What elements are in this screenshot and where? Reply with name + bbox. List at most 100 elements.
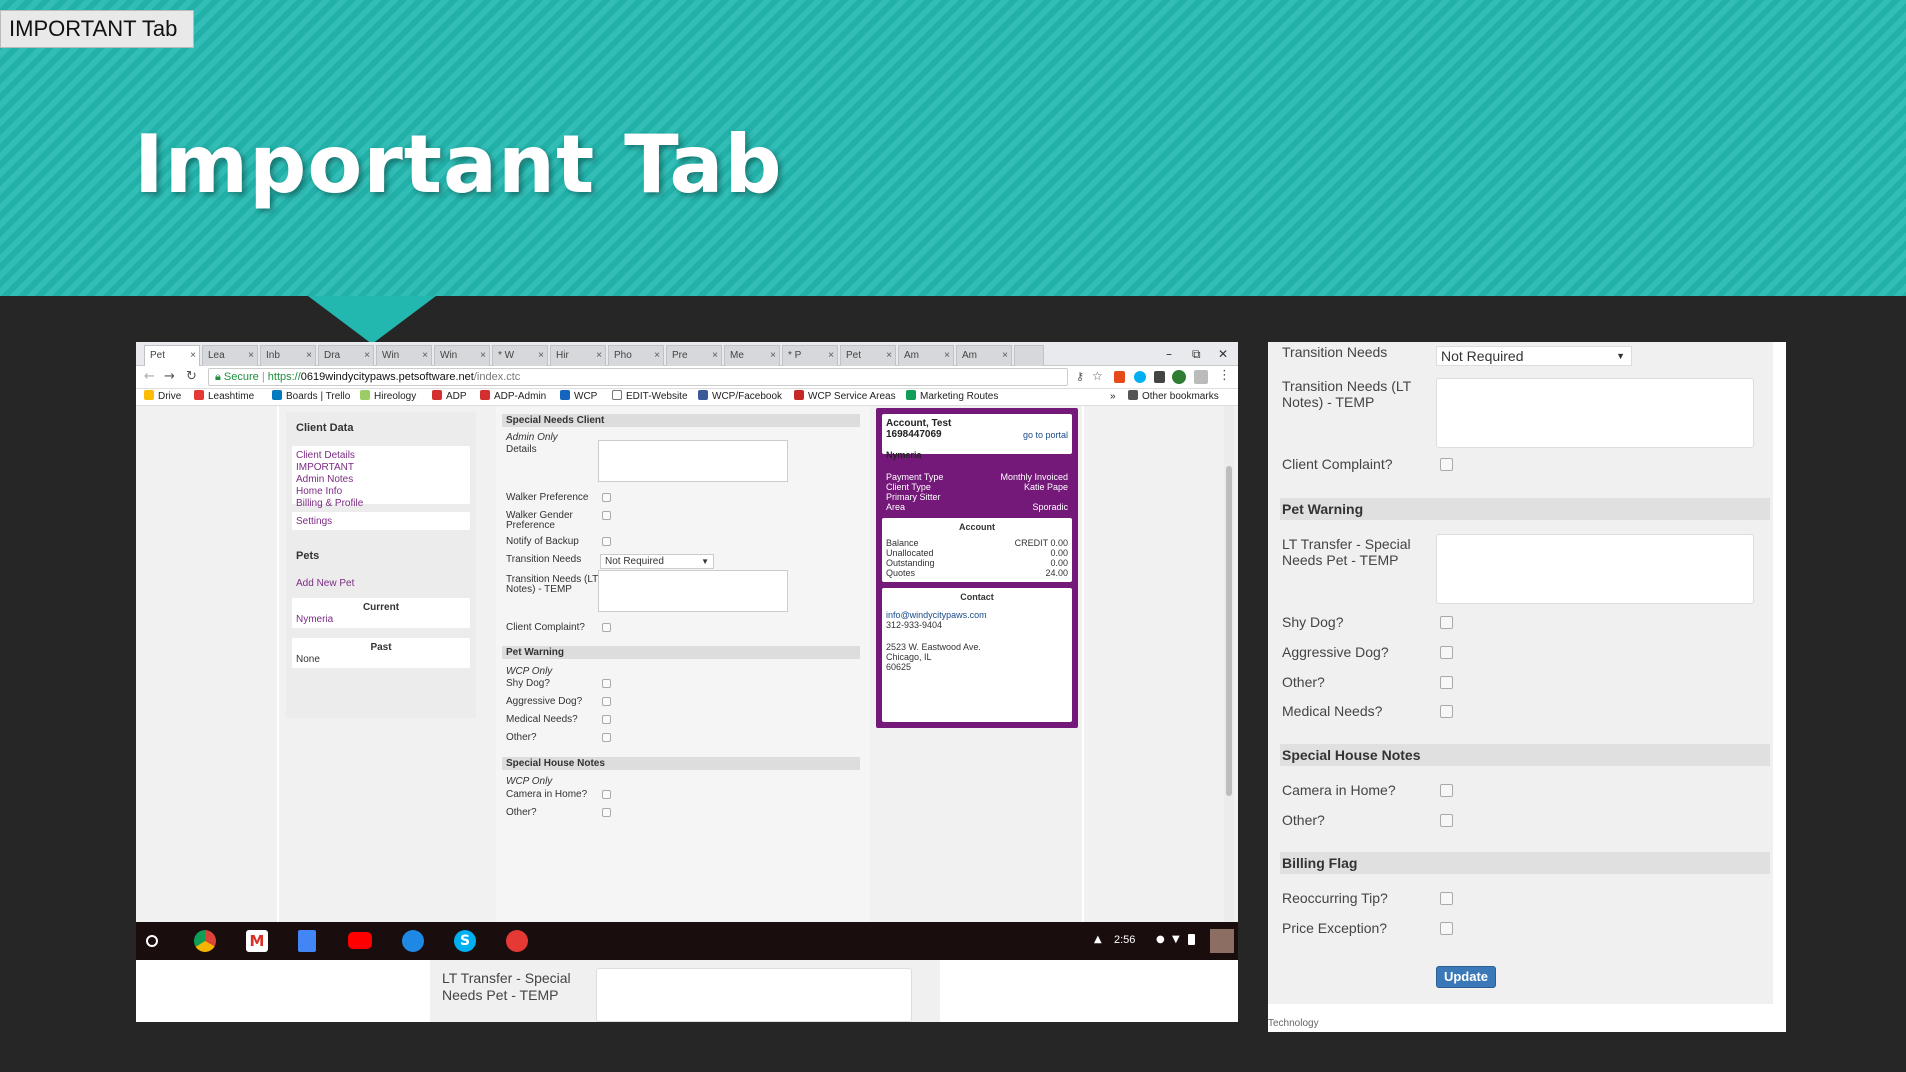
network-icon[interactable]: ● <box>1156 934 1165 945</box>
reload-icon[interactable]: ↻ <box>186 369 197 384</box>
shy-dog-checkbox[interactable] <box>602 679 611 688</box>
shy-dog-checkbox[interactable] <box>1440 616 1453 629</box>
clock[interactable]: 2:56 <box>1114 934 1135 946</box>
transition-needs-select[interactable]: Not Required ▼ <box>1436 346 1632 366</box>
close-icon[interactable]: × <box>596 346 602 366</box>
bookmark-drive[interactable]: Drive <box>144 389 181 405</box>
aggressive-dog-checkbox[interactable] <box>1440 646 1453 659</box>
close-icon[interactable]: × <box>886 346 892 366</box>
walker-preference-checkbox[interactable] <box>602 493 611 502</box>
bookmark-edit-website[interactable]: EDIT-Website <box>612 389 688 405</box>
new-tab-button[interactable] <box>1014 345 1044 366</box>
app-icon[interactable] <box>506 930 528 952</box>
close-icon[interactable]: × <box>828 346 834 366</box>
back-icon[interactable]: ← <box>144 369 155 384</box>
minimize-button[interactable]: – <box>1166 347 1172 361</box>
bookmark-leashtime[interactable]: Leashtime <box>194 389 254 405</box>
profile-icon[interactable] <box>1194 370 1208 384</box>
bookmark-other[interactable]: Other bookmarks <box>1128 389 1219 405</box>
page-scrollbar[interactable] <box>1224 406 1234 986</box>
notification-icon[interactable]: ▲ <box>1094 934 1102 945</box>
browser-tab[interactable]: * W × <box>492 345 548 366</box>
browser-tab[interactable]: Win × <box>434 345 490 366</box>
link-home-info[interactable]: Home Info <box>296 486 342 497</box>
skype-extension-icon[interactable] <box>1134 371 1146 383</box>
other-checkbox-2[interactable] <box>602 808 611 817</box>
youtube-icon[interactable] <box>348 932 372 949</box>
close-icon[interactable]: × <box>480 346 486 366</box>
medical-needs-checkbox[interactable] <box>1440 705 1453 718</box>
scrollbar-thumb[interactable] <box>1226 466 1232 796</box>
close-window-button[interactable]: ✕ <box>1218 347 1228 361</box>
lt-transfer-textarea[interactable] <box>596 968 912 1022</box>
link-important[interactable]: IMPORTANT <box>296 462 354 473</box>
files-icon[interactable] <box>402 930 424 952</box>
link-admin-notes[interactable]: Admin Notes <box>296 474 353 485</box>
other-checkbox[interactable] <box>1440 676 1453 689</box>
transition-lt-textarea[interactable] <box>1436 378 1754 448</box>
bookmark-adp-admin[interactable]: ADP-Admin <box>480 389 546 405</box>
other-checkbox[interactable] <box>602 733 611 742</box>
battery-icon[interactable] <box>1188 934 1195 945</box>
camera-checkbox[interactable] <box>602 790 611 799</box>
reoccurring-tip-checkbox[interactable] <box>1440 892 1453 905</box>
browser-tab[interactable]: Inb × <box>260 345 316 366</box>
browser-tab[interactable]: Pet × <box>144 345 200 366</box>
browser-tab[interactable]: Dra × <box>318 345 374 366</box>
new-extension-icon[interactable] <box>1172 370 1186 384</box>
close-icon[interactable]: × <box>712 346 718 366</box>
details-textarea[interactable] <box>598 440 788 482</box>
bookmark-trello[interactable]: Boards | Trello <box>272 389 350 405</box>
price-exception-checkbox[interactable] <box>1440 922 1453 935</box>
transition-lt-textarea[interactable] <box>598 570 788 612</box>
link-billing-profile[interactable]: Billing & Profile <box>296 498 363 509</box>
go-to-portal-link[interactable]: go to portal <box>1023 430 1068 440</box>
close-icon[interactable]: × <box>364 346 370 366</box>
launcher-icon[interactable] <box>146 935 158 947</box>
bookmark-facebook[interactable]: WCP/Facebook <box>698 389 782 405</box>
bookmark-adp[interactable]: ADP <box>432 389 467 405</box>
bookmark-marketing-routes[interactable]: Marketing Routes <box>906 389 998 405</box>
forward-icon[interactable]: → <box>164 369 175 384</box>
close-icon[interactable]: × <box>422 346 428 366</box>
close-icon[interactable]: × <box>538 346 544 366</box>
office-extension-icon[interactable] <box>1114 371 1125 383</box>
contact-email-link[interactable]: info@windycitypaws.com <box>886 610 987 620</box>
browser-tab[interactable]: * P × <box>782 345 838 366</box>
browser-tab[interactable]: Lea × <box>202 345 258 366</box>
wifi-icon[interactable]: ▼ <box>1172 934 1180 945</box>
key-icon[interactable]: ⚷ <box>1076 370 1084 383</box>
docs-icon[interactable] <box>298 930 316 952</box>
chrome-icon[interactable] <box>194 930 216 952</box>
walker-gender-checkbox[interactable] <box>602 511 611 520</box>
client-complaint-checkbox[interactable] <box>602 623 611 632</box>
other-checkbox-2[interactable] <box>1440 814 1453 827</box>
camera-checkbox[interactable] <box>1440 784 1453 797</box>
gmail-icon[interactable]: M <box>246 930 268 952</box>
browser-tab[interactable]: Pho × <box>608 345 664 366</box>
star-icon[interactable]: ☆ <box>1092 369 1103 383</box>
menu-icon[interactable]: ⋮ <box>1218 368 1231 383</box>
browser-tab[interactable]: Pre × <box>666 345 722 366</box>
pet-link-nymeria[interactable]: Nymeria <box>296 614 333 625</box>
close-icon[interactable]: × <box>306 346 312 366</box>
bookmark-hireology[interactable]: Hireology <box>360 389 416 405</box>
avatar[interactable] <box>1210 929 1234 953</box>
link-client-details[interactable]: Client Details <box>296 450 355 461</box>
bookmark-service-areas[interactable]: WCP Service Areas <box>794 389 896 405</box>
close-icon[interactable]: × <box>654 346 660 366</box>
close-icon[interactable]: × <box>770 346 776 366</box>
close-icon[interactable]: × <box>190 346 196 366</box>
browser-tab[interactable]: Am × <box>956 345 1012 366</box>
aggressive-dog-checkbox[interactable] <box>602 697 611 706</box>
restore-button[interactable]: ⧉ <box>1192 347 1201 362</box>
transition-needs-select[interactable]: Not Required ▼ <box>600 554 714 569</box>
close-icon[interactable]: × <box>248 346 254 366</box>
update-button[interactable]: Update <box>1436 966 1496 988</box>
browser-tab[interactable]: Me × <box>724 345 780 366</box>
close-icon[interactable]: × <box>944 346 950 366</box>
medical-needs-checkbox[interactable] <box>602 715 611 724</box>
skype-icon[interactable]: S <box>454 930 476 952</box>
link-settings[interactable]: Settings <box>296 516 332 527</box>
lt-transfer-textarea[interactable] <box>1436 534 1754 604</box>
